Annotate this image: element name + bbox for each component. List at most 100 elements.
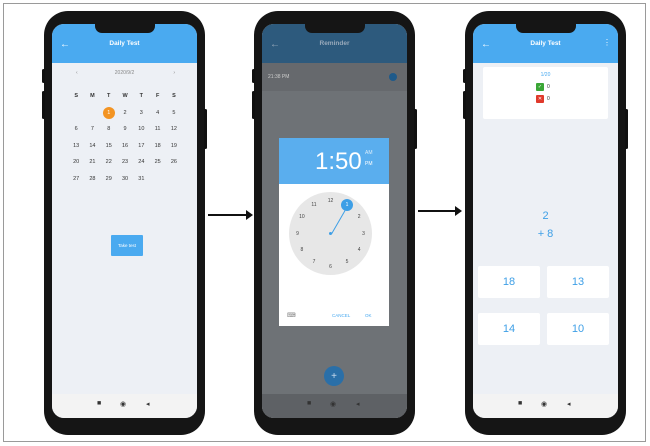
calendar-day[interactable]: 31 [133,171,149,188]
answer-option[interactable]: 13 [547,266,609,298]
calendar-day[interactable]: 19 [166,138,182,155]
back-icon[interactable]: ◂ [146,400,150,408]
calendar-day[interactable]: 11 [149,121,165,138]
calendar-day[interactable]: 4 [149,105,165,122]
weekday-label: T [139,93,144,100]
reminder-row[interactable]: 21:38 PM [262,63,407,91]
correct-count: 0 [547,84,550,90]
calendar-empty-cell [149,171,165,188]
clock-number[interactable]: 12 [328,198,334,204]
calendar-day[interactable]: 18 [149,138,165,155]
wrong-count: 0 [547,96,550,102]
clock-number[interactable]: 9 [296,231,299,237]
calendar-day[interactable]: 23 [117,154,133,171]
calendar-day[interactable]: 13 [68,138,84,155]
calendar-empty-cell [84,105,100,122]
recents-icon[interactable]: ■ [97,400,101,407]
calendar-day[interactable]: 21 [84,154,100,171]
calendar-day[interactable]: 9 [117,121,133,138]
calendar-day[interactable]: 22 [101,154,117,171]
take-test-button[interactable]: Take test [111,235,143,256]
operation: + 8 [537,228,554,240]
calendar-day[interactable]: 10 [133,121,149,138]
calendar-day[interactable]: 29 [101,171,117,188]
calendar-day[interactable]: 20 [68,154,84,171]
answer-option[interactable]: 14 [478,313,540,345]
app-title: Daily Test [109,40,140,47]
calendar-empty-cell [68,105,84,122]
calendar-empty-cell [166,171,182,188]
clock-number[interactable]: 2 [358,214,361,220]
phone-calendar: ← Daily Test ‹ 2020/9/2 › SMTWTFS1234567… [42,11,207,435]
clock-number[interactable]: 10 [299,214,305,220]
clock-number[interactable]: 6 [329,264,332,270]
system-nav-bar: ■ ◉ ◂ [473,394,618,418]
calendar-day[interactable]: 1 [102,106,115,119]
next-month-icon[interactable]: › [173,70,175,76]
calendar-day[interactable]: 15 [101,138,117,155]
screen-quiz: ← Daily Test ⋮ 1/20 ✓ 0 ✕ 0 2 + 8 18 13 … [473,24,618,418]
selected-hour[interactable]: 1 [341,198,353,211]
answer-option[interactable]: 10 [547,313,609,345]
am-toggle[interactable]: AM [365,150,373,156]
phone-reminder: ← Reminder 21:38 PM 1:50 AM PM 12 1 2 3 4 5 6 7… [252,11,417,435]
answer-option[interactable]: 18 [478,266,540,298]
system-nav-bar: ■ ◉ ◂ [262,394,407,418]
calendar-day[interactable]: 3 [133,105,149,122]
operand-1: 2 [542,210,549,222]
calendar-day[interactable]: 12 [166,121,182,138]
progress-text: 1/20 [540,72,551,78]
month-label: 2020/9/2 [114,70,135,76]
cross-icon: ✕ [536,95,544,103]
reminder-toggle[interactable] [389,73,397,81]
weekday-label: S [74,93,78,100]
pm-toggle[interactable]: PM [365,161,373,167]
calendar-day[interactable]: 26 [166,154,182,171]
weekday-label: T [107,93,111,100]
weekday-label: F [155,93,160,100]
calendar-day[interactable]: 6 [68,121,84,138]
calendar-day[interactable]: 25 [149,154,165,171]
check-icon: ✓ [536,83,544,91]
clock-number[interactable]: 5 [346,259,349,265]
reminder-time: 21:38 PM [268,74,290,80]
back-icon[interactable]: ◂ [356,400,360,408]
flow-arrow [418,206,462,216]
calendar-day[interactable]: 5 [166,105,182,122]
clock-dial[interactable]: 12 1 2 3 4 5 6 7 8 9 10 11 [289,192,372,275]
screen-calendar: ← Daily Test ‹ 2020/9/2 › SMTWTFS1234567… [52,24,197,418]
calendar-day[interactable]: 27 [68,171,84,188]
calendar-day[interactable]: 8 [101,121,117,138]
time-display[interactable]: 1:50 [315,148,362,176]
clock-number[interactable]: 4 [358,247,361,253]
clock-number[interactable]: 11 [311,202,316,208]
weekday-label: M [90,93,95,100]
recents-icon[interactable]: ■ [307,400,311,407]
weekday-label: S [172,93,176,100]
calendar-day[interactable]: 28 [84,171,100,188]
keyboard-icon[interactable]: ⌨ [287,312,296,319]
calendar-day[interactable]: 16 [117,138,133,155]
clock-number[interactable]: 3 [362,231,365,237]
cancel-button[interactable]: CANCEL [332,313,350,318]
calendar-day[interactable]: 7 [84,121,100,138]
calendar-header: ‹ 2020/9/2 › [52,70,197,80]
back-icon[interactable]: ◂ [567,400,571,408]
clock-center [329,232,332,235]
home-icon[interactable]: ◉ [330,400,336,408]
calendar-day[interactable]: 2 [117,105,133,122]
home-icon[interactable]: ◉ [120,400,126,408]
add-reminder-button[interactable]: + [324,366,344,386]
calendar-day[interactable]: 30 [117,171,133,188]
ok-button[interactable]: OK [365,313,372,318]
calendar-day[interactable]: 24 [133,154,149,171]
screen-reminder: ← Reminder 21:38 PM 1:50 AM PM 12 1 2 3 4 5 6 7… [262,24,407,418]
app-title: Daily Test [530,40,561,47]
clock-number[interactable]: 7 [313,259,316,265]
more-menu-icon[interactable]: ⋮ [603,38,611,47]
clock-number[interactable]: 8 [301,247,304,253]
calendar-day[interactable]: 17 [133,138,149,155]
recents-icon[interactable]: ■ [518,400,522,407]
home-icon[interactable]: ◉ [541,400,547,408]
calendar-day[interactable]: 14 [84,138,100,155]
